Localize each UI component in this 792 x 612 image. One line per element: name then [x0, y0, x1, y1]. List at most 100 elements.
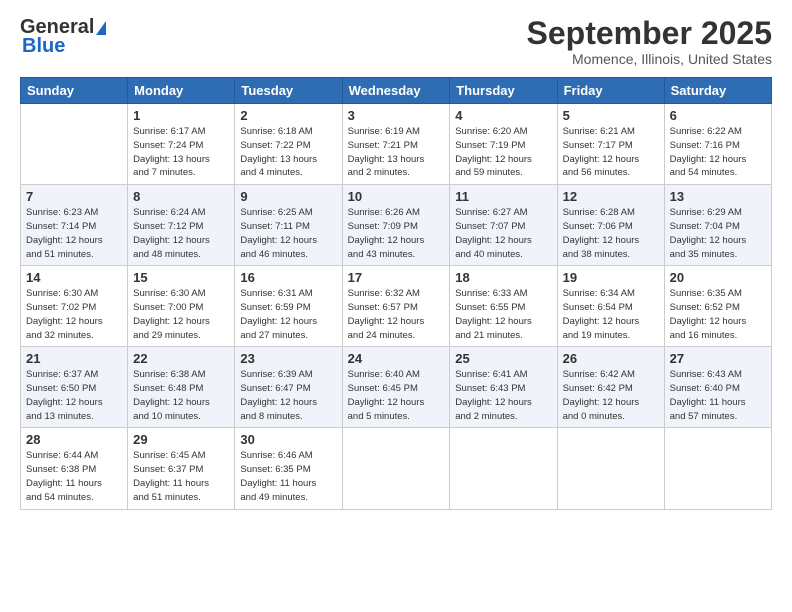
day-info: Sunrise: 6:30 AMSunset: 7:02 PMDaylight:… [26, 287, 122, 342]
calendar-week-row: 14 Sunrise: 6:30 AMSunset: 7:02 PMDayligh… [21, 266, 772, 347]
col-sunday: Sunday [21, 78, 128, 104]
day-number: 23 [240, 351, 336, 366]
col-saturday: Saturday [664, 78, 771, 104]
day-number: 13 [670, 189, 766, 204]
day-number: 20 [670, 270, 766, 285]
table-row: 30 Sunrise: 6:46 AMSunset: 6:35 PMDayligh… [235, 428, 342, 509]
table-row: 21 Sunrise: 6:37 AMSunset: 6:50 PMDayligh… [21, 347, 128, 428]
day-number: 11 [455, 189, 551, 204]
day-number: 30 [240, 432, 336, 447]
day-info: Sunrise: 6:33 AMSunset: 6:55 PMDaylight:… [455, 287, 551, 342]
table-row: 25Sunrise: 6:41 AMSunset: 6:43 PMDayligh… [450, 347, 557, 428]
table-row: 11Sunrise: 6:27 AMSunset: 7:07 PMDayligh… [450, 185, 557, 266]
table-row: 15Sunrise: 6:30 AMSunset: 7:00 PMDayligh… [128, 266, 235, 347]
day-info: Sunrise: 6:25 AMSunset: 7:11 PMDaylight:… [240, 206, 336, 261]
table-row: 14 Sunrise: 6:30 AMSunset: 7:02 PMDayligh… [21, 266, 128, 347]
day-info: Sunrise: 6:34 AMSunset: 6:54 PMDaylight:… [563, 287, 659, 342]
table-row: 26 Sunrise: 6:42 AMSunset: 6:42 PMDayligh… [557, 347, 664, 428]
table-row [557, 428, 664, 509]
day-info: Sunrise: 6:42 AMSunset: 6:42 PMDaylight:… [563, 368, 659, 423]
day-info: Sunrise: 6:38 AMSunset: 6:48 PMDaylight:… [133, 368, 229, 423]
title-area: September 2025 Momence, Illinois, United… [527, 16, 772, 67]
day-info: Sunrise: 6:37 AMSunset: 6:50 PMDaylight:… [26, 368, 122, 423]
month-title: September 2025 [527, 16, 772, 51]
day-number: 16 [240, 270, 336, 285]
day-info: Sunrise: 6:32 AMSunset: 6:57 PMDaylight:… [348, 287, 445, 342]
day-info: Sunrise: 6:35 AMSunset: 6:52 PMDaylight:… [670, 287, 766, 342]
day-info: Sunrise: 6:31 AMSunset: 6:59 PMDaylight:… [240, 287, 336, 342]
day-info: Sunrise: 6:17 AMSunset: 7:24 PMDaylight:… [133, 125, 229, 180]
table-row: 13 Sunrise: 6:29 AMSunset: 7:04 PMDayligh… [664, 185, 771, 266]
table-row: 17 Sunrise: 6:32 AMSunset: 6:57 PMDayligh… [342, 266, 450, 347]
col-friday: Friday [557, 78, 664, 104]
col-wednesday: Wednesday [342, 78, 450, 104]
table-row: 16 Sunrise: 6:31 AMSunset: 6:59 PMDayligh… [235, 266, 342, 347]
day-number: 10 [348, 189, 445, 204]
table-row: 2 Sunrise: 6:18 AMSunset: 7:22 PMDaylight… [235, 104, 342, 185]
day-number: 18 [455, 270, 551, 285]
day-info: Sunrise: 6:41 AMSunset: 6:43 PMDaylight:… [455, 368, 551, 423]
day-number: 3 [348, 108, 445, 123]
day-info: Sunrise: 6:26 AMSunset: 7:09 PMDaylight:… [348, 206, 445, 261]
day-number: 17 [348, 270, 445, 285]
calendar-week-row: 1 Sunrise: 6:17 AMSunset: 7:24 PMDaylight… [21, 104, 772, 185]
table-row: 12Sunrise: 6:28 AMSunset: 7:06 PMDayligh… [557, 185, 664, 266]
table-row: 1 Sunrise: 6:17 AMSunset: 7:24 PMDaylight… [128, 104, 235, 185]
day-info: Sunrise: 6:29 AMSunset: 7:04 PMDaylight:… [670, 206, 766, 261]
day-number: 1 [133, 108, 229, 123]
table-row: 24 Sunrise: 6:40 AMSunset: 6:45 PMDayligh… [342, 347, 450, 428]
day-info: Sunrise: 6:46 AMSunset: 6:35 PMDaylight:… [240, 449, 336, 504]
day-number: 12 [563, 189, 659, 204]
col-thursday: Thursday [450, 78, 557, 104]
table-row: 8Sunrise: 6:24 AMSunset: 7:12 PMDaylight… [128, 185, 235, 266]
calendar-week-row: 21 Sunrise: 6:37 AMSunset: 6:50 PMDayligh… [21, 347, 772, 428]
day-info: Sunrise: 6:18 AMSunset: 7:22 PMDaylight:… [240, 125, 336, 180]
table-row: 4 Sunrise: 6:20 AMSunset: 7:19 PMDaylight… [450, 104, 557, 185]
col-tuesday: Tuesday [235, 78, 342, 104]
day-info: Sunrise: 6:30 AMSunset: 7:00 PMDaylight:… [133, 287, 229, 342]
table-row: 29Sunrise: 6:45 AMSunset: 6:37 PMDayligh… [128, 428, 235, 509]
day-info: Sunrise: 6:21 AMSunset: 7:17 PMDaylight:… [563, 125, 659, 180]
table-row: 20 Sunrise: 6:35 AMSunset: 6:52 PMDayligh… [664, 266, 771, 347]
day-number: 22 [133, 351, 229, 366]
table-row: 18 Sunrise: 6:33 AMSunset: 6:55 PMDayligh… [450, 266, 557, 347]
calendar-week-row: 7 Sunrise: 6:23 AMSunset: 7:14 PMDaylight… [21, 185, 772, 266]
day-info: Sunrise: 6:43 AMSunset: 6:40 PMDaylight:… [670, 368, 766, 423]
table-row: 27Sunrise: 6:43 AMSunset: 6:40 PMDayligh… [664, 347, 771, 428]
logo-icon [96, 21, 106, 35]
day-info: Sunrise: 6:22 AMSunset: 7:16 PMDaylight:… [670, 125, 766, 180]
day-info: Sunrise: 6:20 AMSunset: 7:19 PMDaylight:… [455, 125, 551, 180]
day-info: Sunrise: 6:39 AMSunset: 6:47 PMDaylight:… [240, 368, 336, 423]
day-number: 28 [26, 432, 122, 447]
calendar-table: Sunday Monday Tuesday Wednesday Thursday… [20, 77, 772, 509]
table-row: 9 Sunrise: 6:25 AMSunset: 7:11 PMDaylight… [235, 185, 342, 266]
table-row: 28Sunrise: 6:44 AMSunset: 6:38 PMDayligh… [21, 428, 128, 509]
table-row: 7 Sunrise: 6:23 AMSunset: 7:14 PMDaylight… [21, 185, 128, 266]
day-number: 24 [348, 351, 445, 366]
day-number: 2 [240, 108, 336, 123]
day-number: 6 [670, 108, 766, 123]
calendar-week-row: 28Sunrise: 6:44 AMSunset: 6:38 PMDayligh… [21, 428, 772, 509]
day-number: 7 [26, 189, 122, 204]
table-row [450, 428, 557, 509]
day-number: 14 [26, 270, 122, 285]
day-number: 4 [455, 108, 551, 123]
day-number: 9 [240, 189, 336, 204]
table-row: 5 Sunrise: 6:21 AMSunset: 7:17 PMDaylight… [557, 104, 664, 185]
day-info: Sunrise: 6:40 AMSunset: 6:45 PMDaylight:… [348, 368, 445, 423]
table-row: 19Sunrise: 6:34 AMSunset: 6:54 PMDayligh… [557, 266, 664, 347]
table-row: 22 Sunrise: 6:38 AMSunset: 6:48 PMDayligh… [128, 347, 235, 428]
day-info: Sunrise: 6:23 AMSunset: 7:14 PMDaylight:… [26, 206, 122, 261]
table-row: 3 Sunrise: 6:19 AMSunset: 7:21 PMDaylight… [342, 104, 450, 185]
day-number: 26 [563, 351, 659, 366]
day-info: Sunrise: 6:24 AMSunset: 7:12 PMDaylight:… [133, 206, 229, 261]
day-number: 29 [133, 432, 229, 447]
day-number: 5 [563, 108, 659, 123]
day-info: Sunrise: 6:19 AMSunset: 7:21 PMDaylight:… [348, 125, 445, 180]
table-row [664, 428, 771, 509]
logo-blue: Blue [22, 35, 65, 58]
table-row [21, 104, 128, 185]
page-header: General Blue September 2025 Momence, Ill… [20, 16, 772, 67]
table-row: 23 Sunrise: 6:39 AMSunset: 6:47 PMDayligh… [235, 347, 342, 428]
day-number: 21 [26, 351, 122, 366]
